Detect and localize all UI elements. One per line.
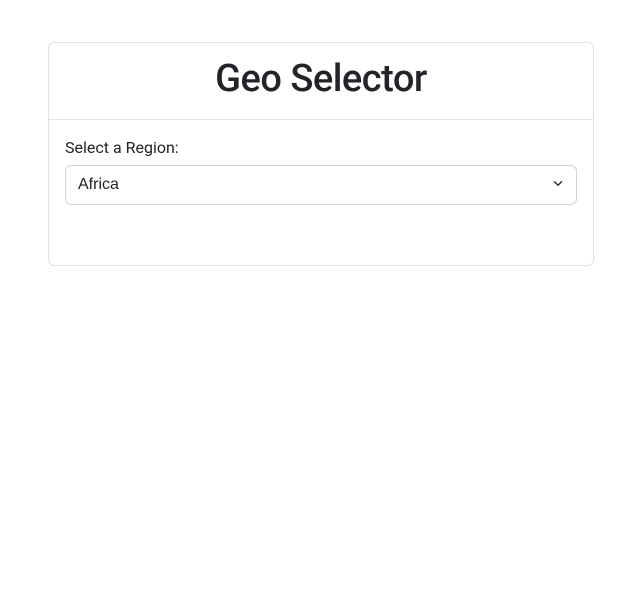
- geo-selector-card: Geo Selector Select a Region: Africa: [48, 42, 594, 266]
- region-select-wrapper: Africa: [65, 165, 577, 205]
- card-header: Geo Selector: [49, 43, 593, 120]
- region-select[interactable]: Africa: [65, 165, 577, 205]
- card-body: Select a Region: Africa: [49, 120, 593, 265]
- region-label: Select a Region:: [65, 138, 577, 157]
- page-title: Geo Selector: [69, 57, 573, 101]
